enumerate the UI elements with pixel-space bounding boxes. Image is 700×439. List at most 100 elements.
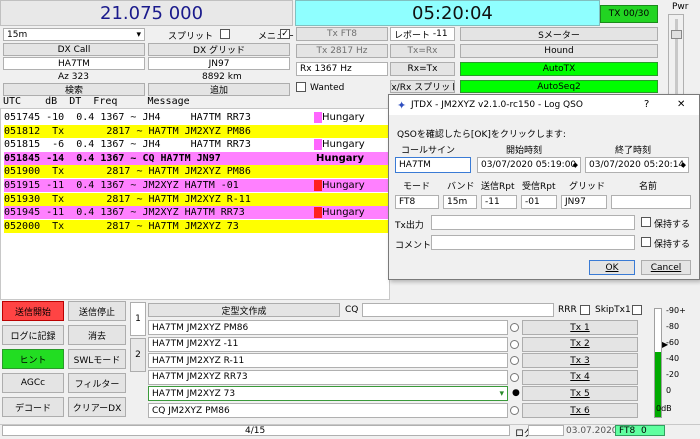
tx-message-3-input[interactable]: HA7TM JM2XYZ R-11	[148, 353, 508, 369]
tx-counter: TX 00/30	[600, 5, 658, 23]
decode-list[interactable]: 051745 -10 0.4 1367 ~ JH4 HA7TM RR73 Hung…	[0, 108, 390, 300]
decode-row[interactable]: 051945 -11 0.4 1367 ~ JM2XYZ HA7TM RR73 H…	[4, 206, 389, 220]
country-label: Hungary	[322, 112, 365, 123]
callsign-label: コールサイン	[401, 146, 456, 156]
band-value: 15m	[7, 29, 28, 40]
rcvd-rpt-input[interactable]: -01	[521, 195, 557, 209]
tx-hz-spinner[interactable]: Tx 2817 Hz	[296, 44, 388, 58]
filter-button[interactable]: フィルター	[68, 373, 126, 393]
cq-input[interactable]	[362, 303, 554, 317]
signal-meter: -90+ -80 -60 -40 -20 0 0dB ▶	[648, 300, 696, 420]
swl-mode-button[interactable]: SWLモード	[68, 349, 126, 369]
decode-row[interactable]: 051900 Tx 2817 ~ HA7TM JM2XYZ PM86	[4, 165, 389, 179]
decode-row[interactable]: 051845 -14 0.4 1367 ~ CQ HA7TM JN97 Hunga…	[4, 151, 389, 165]
smeter-button[interactable]: Sメーター	[460, 27, 658, 41]
halt-tx-button[interactable]: 送信停止	[68, 301, 126, 321]
autoseq-button[interactable]: AutoSeq2	[460, 80, 658, 93]
split-checkbox[interactable]	[220, 29, 230, 39]
start-time-input[interactable]: 03/07/2020 05:19:00 ◆	[477, 157, 581, 173]
tx-message-5-input[interactable]: HA7TM JM2XYZ 73 ▾	[148, 386, 508, 402]
spinner-icon[interactable]: ◆	[681, 161, 686, 169]
end-time-input[interactable]: 03/07/2020 05:20:14 ◆	[585, 157, 689, 173]
name-input[interactable]	[611, 195, 691, 209]
decode-row[interactable]: 051915 -11 0.4 1367 ~ JM2XYZ HA7TM -01 Hu…	[4, 179, 389, 192]
tx-radio-5[interactable]: ●	[510, 388, 520, 398]
chevron-down-icon[interactable]: ▾	[499, 389, 504, 399]
ok-button[interactable]: OK	[589, 260, 635, 275]
tab-2[interactable]: 2	[130, 338, 146, 372]
lookup-button[interactable]: 検索	[3, 83, 145, 96]
tx-message-4-input[interactable]: HA7TM JM2XYZ RR73	[148, 369, 508, 385]
decode-text: 051945 -11 0.4 1367 ~ JM2XYZ HA7TM RR73	[4, 207, 245, 219]
txrx-split-button[interactable]: Tx/Rx スプリット	[390, 80, 455, 93]
decode-row[interactable]: 051815 -6 0.4 1367 ~ JH4 HA7TM RR73 Hunga…	[4, 138, 389, 152]
spinner-icon[interactable]: ◆	[573, 161, 578, 169]
meter-unit: 0dB	[656, 404, 672, 413]
tx-equals-rx-button[interactable]: Tx=Rx	[390, 44, 455, 58]
sent-rpt-input[interactable]: -11	[481, 195, 517, 209]
dx-call-input[interactable]: HA7TM	[3, 57, 145, 70]
tx-message-2-input[interactable]: HA7TM JM2XYZ -11	[148, 336, 508, 352]
tx-4-button[interactable]: Tx 4	[522, 369, 638, 385]
decode-row[interactable]: 051812 Tx 2817 ~ HA7TM JM2XYZ PM86	[4, 124, 389, 138]
frequency-text: 21.075 000	[100, 3, 204, 24]
band-input[interactable]: 15m	[443, 195, 477, 209]
tx-radio-2[interactable]	[510, 339, 519, 349]
rrr-checkbox[interactable]	[580, 305, 590, 315]
tx-message-6-input[interactable]: CQ JM2XYZ PM86	[148, 403, 508, 418]
hound-button[interactable]: Hound	[460, 44, 658, 58]
dx-grid-input[interactable]: JN97	[148, 57, 290, 70]
decode-row[interactable]: 051745 -10 0.4 1367 ~ JH4 HA7TM RR73 Hung…	[4, 111, 389, 124]
close-icon[interactable]: ✕	[677, 99, 685, 110]
tx-2-button[interactable]: Tx 2	[522, 336, 638, 352]
tx-radio-1[interactable]	[510, 323, 519, 332]
erase-button[interactable]: 消去	[68, 325, 126, 345]
generate-messages-button[interactable]: 定型文作成	[148, 303, 340, 317]
tx-radio-3[interactable]	[510, 356, 519, 366]
tx-3-button[interactable]: Tx 3	[522, 353, 638, 369]
app-icon: ✦	[397, 99, 407, 112]
tx-radio-4[interactable]	[510, 372, 519, 382]
decode-row[interactable]: 052000 Tx 2817 ~ HA7TM JM2XYZ 73	[4, 219, 389, 233]
tx-1-button[interactable]: Tx 1	[522, 320, 638, 335]
skiptx1-label: SkipTx1	[595, 305, 631, 315]
tab-1[interactable]: 1	[130, 302, 146, 336]
decode-button[interactable]: デコード	[2, 397, 64, 417]
mode-label: モード	[403, 182, 431, 192]
callsign-input[interactable]: HA7TM	[395, 157, 471, 173]
rx-hz-spinner[interactable]: Rx 1367 Hz	[296, 62, 388, 76]
help-button[interactable]: ?	[644, 99, 649, 110]
skiptx1-checkbox[interactable]	[632, 305, 642, 315]
tx-message-text: HA7TM JM2XYZ 73	[152, 388, 236, 399]
report-spinner[interactable]: レポート -11	[390, 27, 455, 41]
chevron-down-icon: ▾	[136, 29, 141, 40]
hint-button[interactable]: ヒント	[2, 349, 64, 369]
power-slider-handle[interactable]	[671, 30, 682, 39]
tx-power-input[interactable]	[431, 215, 635, 230]
comment-input[interactable]	[431, 235, 635, 250]
clear-dx-button[interactable]: クリアーDX	[68, 397, 126, 417]
wanted-checkbox[interactable]	[296, 82, 306, 92]
tx-message-1-input[interactable]: HA7TM JM2XYZ PM86	[148, 320, 508, 335]
decode-row[interactable]: 051930 Tx 2817 ~ HA7TM JM2XYZ R-11	[4, 192, 389, 206]
enable-tx-button[interactable]: 送信開始	[2, 301, 64, 321]
mode-input[interactable]: FT8	[395, 195, 439, 209]
name-label: 名前	[639, 182, 658, 192]
retain-power-checkbox[interactable]	[641, 217, 651, 227]
tx-mode-button[interactable]: Tx FT8	[296, 27, 388, 41]
rx-equals-tx-button[interactable]: Rx=Tx	[390, 62, 455, 76]
menu-checkbox[interactable]: ✓	[280, 29, 290, 39]
log-qso-button[interactable]: ログに記録	[2, 325, 64, 345]
flag-marker	[314, 112, 322, 123]
retain-comment-checkbox[interactable]	[641, 237, 651, 247]
cancel-button[interactable]: Cancel	[641, 260, 691, 275]
tx-6-button[interactable]: Tx 6	[522, 403, 638, 418]
band-select[interactable]: 15m ▾	[3, 28, 145, 41]
autotx-button[interactable]: AutoTX	[460, 62, 658, 76]
agcc-button[interactable]: AGCc	[2, 373, 64, 393]
tx-5-button[interactable]: Tx 5	[522, 386, 638, 402]
grid-input[interactable]: JN97	[561, 195, 607, 209]
tx-radio-6[interactable]	[510, 406, 519, 415]
meter-bar	[654, 308, 662, 418]
add-button[interactable]: 追加	[148, 83, 290, 96]
